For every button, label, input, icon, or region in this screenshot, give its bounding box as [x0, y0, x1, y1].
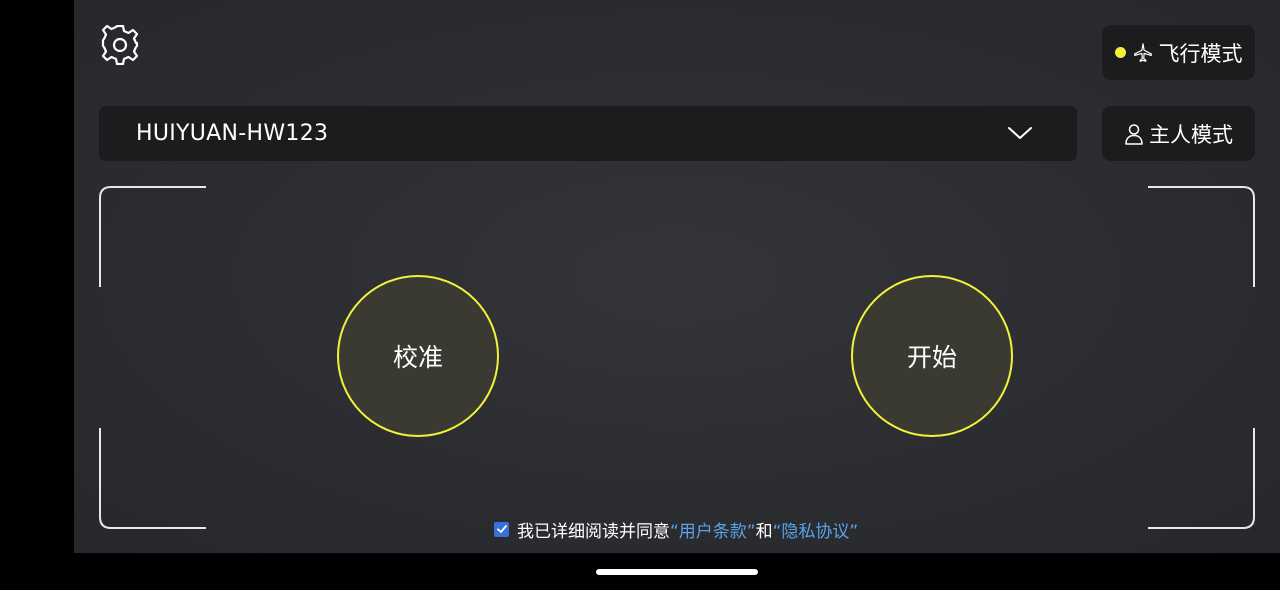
checkmark-icon [496, 525, 507, 533]
owner-mode-button[interactable]: 主人模式 [1102, 106, 1255, 161]
home-indicator[interactable] [596, 569, 758, 575]
start-label: 开始 [906, 343, 957, 372]
person-icon [1125, 123, 1143, 145]
app-screen: 飞行模式 主人模式 HUIYUAN-HW123 校准 开始 我已详细阅读并同意 … [74, 0, 1280, 553]
agreement-conjunction: 和 [755, 521, 773, 542]
terms-link[interactable]: “用户条款” [670, 517, 756, 542]
flight-mode-label: 飞行模式 [1158, 41, 1243, 66]
agreement-text: 我已详细阅读并同意 [517, 521, 670, 542]
settings-button[interactable] [100, 24, 140, 66]
gear-icon [101, 24, 139, 66]
calibrate-button[interactable]: 校准 [337, 275, 499, 437]
camera-frame-brackets [99, 186, 1255, 529]
agreement-checkbox[interactable] [494, 521, 509, 537]
owner-mode-label: 主人模式 [1149, 122, 1233, 147]
device-select[interactable]: HUIYUAN-HW123 [99, 106, 1077, 161]
mode-indicator-dot [1114, 47, 1126, 58]
privacy-link[interactable]: “隐私协议” [773, 517, 859, 542]
calibrate-label: 校准 [392, 343, 443, 372]
flight-mode-button[interactable]: 飞行模式 [1102, 25, 1255, 80]
agreement-row: 我已详细阅读并同意 “用户条款” 和 “隐私协议” [494, 516, 858, 542]
chevron-down-icon [1008, 127, 1032, 139]
airplane-icon [1133, 42, 1152, 62]
device-select-value: HUIYUAN-HW123 [136, 121, 329, 146]
start-button[interactable]: 开始 [851, 275, 1013, 437]
